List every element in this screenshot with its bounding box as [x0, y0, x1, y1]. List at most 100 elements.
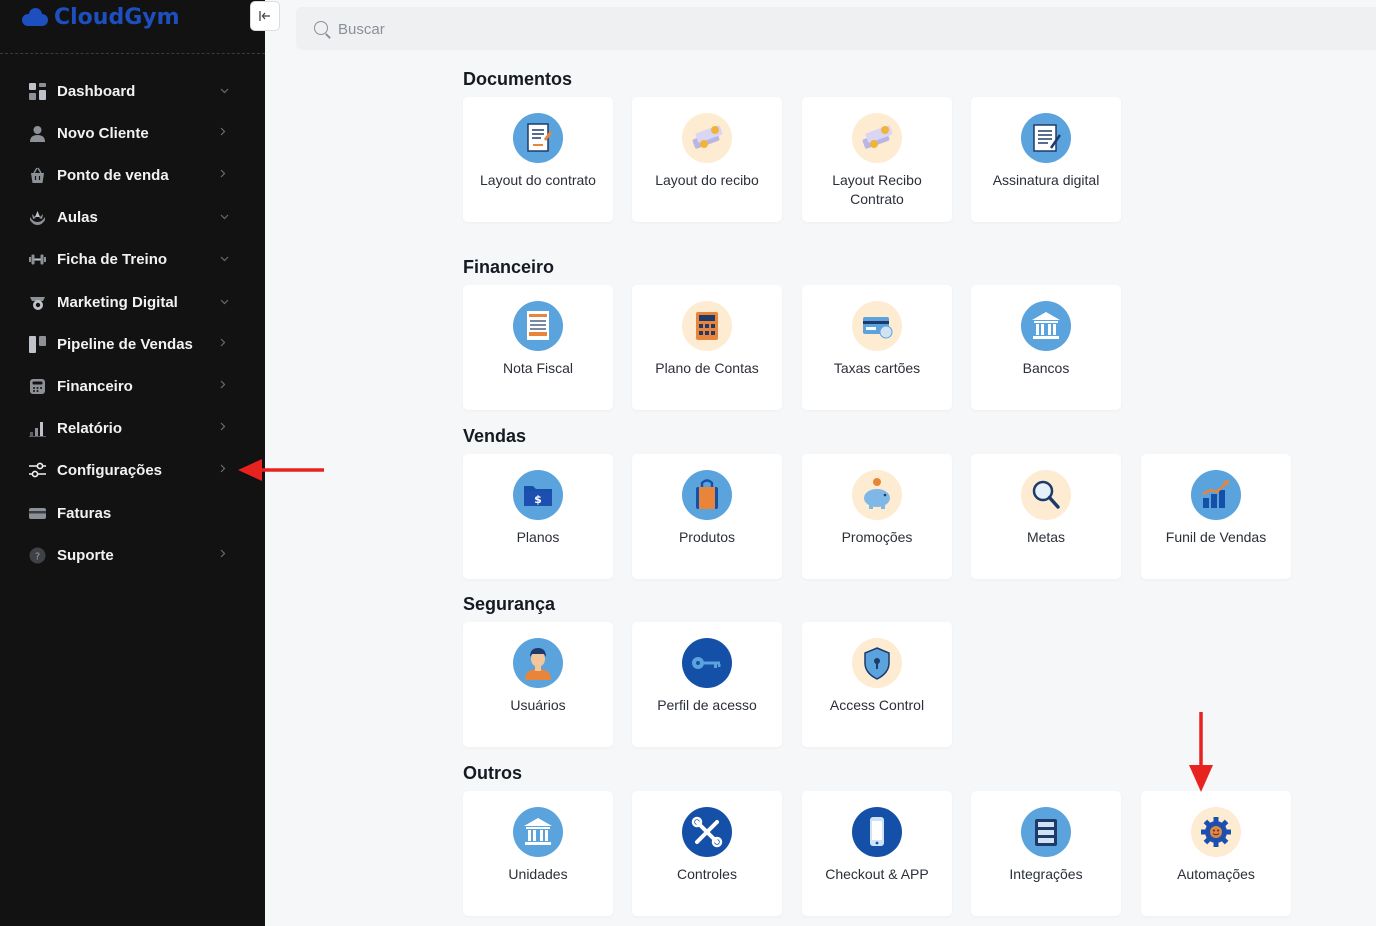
sidebar-item-label: Relatório — [57, 419, 123, 437]
sidebar-item-ficha-de-treino[interactable]: Ficha de Treino — [0, 239, 265, 279]
settings-card-produtos[interactable]: Produtos — [632, 454, 782, 579]
sidebar: CloudGym Dashboard Novo Cliente Ponto de v… — [0, 0, 265, 926]
marketing-icon — [29, 294, 46, 311]
settings-card-assinatura-digital[interactable]: Assinatura digital — [971, 97, 1121, 222]
settings-card-controles[interactable]: Controles — [632, 791, 782, 916]
sidebar-item-suporte[interactable]: ? Suporte — [0, 535, 265, 575]
classes-icon — [29, 209, 46, 226]
shield-lock-icon — [852, 638, 902, 688]
settings-card-taxas-cartoes[interactable]: Taxas cartões — [802, 285, 952, 410]
sidebar-item-label: Financeiro — [57, 377, 133, 395]
piggy-bank-icon — [852, 470, 902, 520]
chevron-down-icon — [220, 296, 229, 308]
app-logo[interactable]: CloudGym — [20, 4, 180, 30]
chevron-right-icon — [220, 338, 226, 350]
settings-card-planos[interactable]: $ Planos — [463, 454, 613, 579]
sidebar-item-configuracoes[interactable]: Configurações — [0, 450, 265, 490]
help-icon: ? — [29, 547, 46, 564]
contract-document-icon — [513, 113, 563, 163]
settings-card-label: Assinatura digital — [992, 172, 1100, 188]
sidebar-divider — [0, 53, 265, 54]
settings-card-label: Automações — [1177, 866, 1255, 882]
settings-card-label: Funil de Vendas — [1165, 529, 1267, 545]
svg-text:?: ? — [35, 551, 40, 562]
pipeline-icon — [29, 335, 46, 353]
sidebar-item-financeiro[interactable]: Financeiro — [0, 366, 265, 406]
arrow-left-icon — [259, 11, 270, 21]
app-logo-text: CloudGym — [54, 4, 180, 30]
section-title-financeiro: Financeiro — [463, 257, 555, 277]
chevron-right-icon — [220, 380, 226, 392]
settings-card-checkout-app[interactable]: Checkout & APP — [802, 791, 952, 916]
receipt-contract-icon — [852, 113, 902, 163]
sidebar-item-aulas[interactable]: Aulas — [0, 197, 265, 237]
settings-card-promocoes[interactable]: Promoções — [802, 454, 952, 579]
digital-signature-icon — [1021, 113, 1071, 163]
sidebar-item-dashboard[interactable]: Dashboard — [0, 71, 265, 111]
settings-card-label: Nota Fiscal — [502, 360, 574, 376]
settings-card-layout-do-recibo[interactable]: Layout do recibo — [632, 97, 782, 222]
collapse-sidebar-button[interactable] — [250, 1, 280, 31]
calculator-icon — [682, 301, 732, 351]
cloud-icon — [20, 8, 50, 26]
magnifier-icon — [1021, 470, 1071, 520]
building-icon — [513, 807, 563, 857]
settings-card-bancos[interactable]: Bancos — [971, 285, 1121, 410]
sidebar-item-ponto-de-venda[interactable]: Ponto de venda — [0, 155, 265, 195]
settings-card-label: Plano de Contas — [655, 360, 759, 376]
sidebar-item-marketing-digital[interactable]: Marketing Digital — [0, 282, 265, 322]
settings-card-automacoes[interactable]: Automações — [1141, 791, 1291, 916]
key-icon — [682, 638, 732, 688]
credit-card-icon — [852, 301, 902, 351]
settings-card-label: Usuários — [510, 697, 566, 713]
settings-card-label: Checkout & APP — [825, 866, 929, 882]
sidebar-item-relatorio[interactable]: Relatório — [0, 408, 265, 448]
annotation-arrow-left — [238, 459, 324, 481]
settings-card-nota-fiscal[interactable]: Nota Fiscal — [463, 285, 613, 410]
sidebar-item-label: Ficha de Treino — [57, 250, 168, 268]
settings-card-label: Access Control — [829, 697, 925, 713]
folder-dollar-icon: $ — [513, 470, 563, 520]
sidebar-item-label: Dashboard — [57, 82, 136, 100]
search-input[interactable] — [338, 19, 938, 39]
dashboard-icon — [29, 82, 46, 100]
section-title-seguranca: Segurança — [463, 594, 556, 614]
sidebar-item-pipeline-de-vendas[interactable]: Pipeline de Vendas — [0, 324, 265, 364]
settings-card-label: Controles — [677, 866, 737, 882]
tools-icon — [682, 807, 732, 857]
settings-card-funil-de-vendas[interactable]: Funil de Vendas — [1141, 454, 1291, 579]
search-icon — [314, 21, 328, 35]
sidebar-item-faturas[interactable]: Faturas — [0, 493, 265, 533]
search-bar — [296, 7, 1376, 50]
settings-card-plano-de-contas[interactable]: Plano de Contas — [632, 285, 782, 410]
settings-card-metas[interactable]: Metas — [971, 454, 1121, 579]
settings-card-integracoes[interactable]: Integrações — [971, 791, 1121, 916]
chevron-right-icon — [220, 464, 226, 476]
smartphone-icon — [852, 807, 902, 857]
bank-icon — [1021, 301, 1071, 351]
settings-card-label: Layout do recibo — [655, 172, 759, 188]
sidebar-item-novo-cliente[interactable]: Novo Cliente — [0, 113, 265, 153]
shopping-bag-icon — [682, 470, 732, 520]
settings-card-label: Planos — [516, 529, 560, 545]
sidebar-item-label: Configurações — [57, 461, 163, 479]
growth-chart-icon — [1191, 470, 1241, 520]
settings-card-label: Layout Recibo Contrato — [832, 172, 922, 207]
settings-card-perfil-de-acesso[interactable]: Perfil de acesso — [632, 622, 782, 747]
settings-card-label: Integrações — [1009, 866, 1083, 882]
user-icon — [29, 125, 46, 142]
sidebar-item-label: Marketing Digital — [57, 293, 178, 311]
chevron-right-icon — [220, 127, 226, 139]
settings-card-label: Bancos — [1022, 360, 1070, 376]
settings-card-layout-recibo-contrato[interactable]: Layout Recibo Contrato — [802, 97, 952, 222]
user-icon — [513, 638, 563, 688]
bar-chart-icon — [29, 420, 46, 437]
annotation-arrow-down — [1189, 712, 1213, 792]
settings-card-access-control[interactable]: Access Control — [802, 622, 952, 747]
settings-card-layout-do-contrato[interactable]: Layout do contrato — [463, 97, 613, 222]
settings-card-usuarios[interactable]: Usuários — [463, 622, 613, 747]
sidebar-item-label: Faturas — [57, 504, 112, 522]
settings-card-unidades[interactable]: Unidades — [463, 791, 613, 916]
chevron-down-icon — [220, 85, 229, 97]
chevron-down-icon — [220, 211, 229, 223]
